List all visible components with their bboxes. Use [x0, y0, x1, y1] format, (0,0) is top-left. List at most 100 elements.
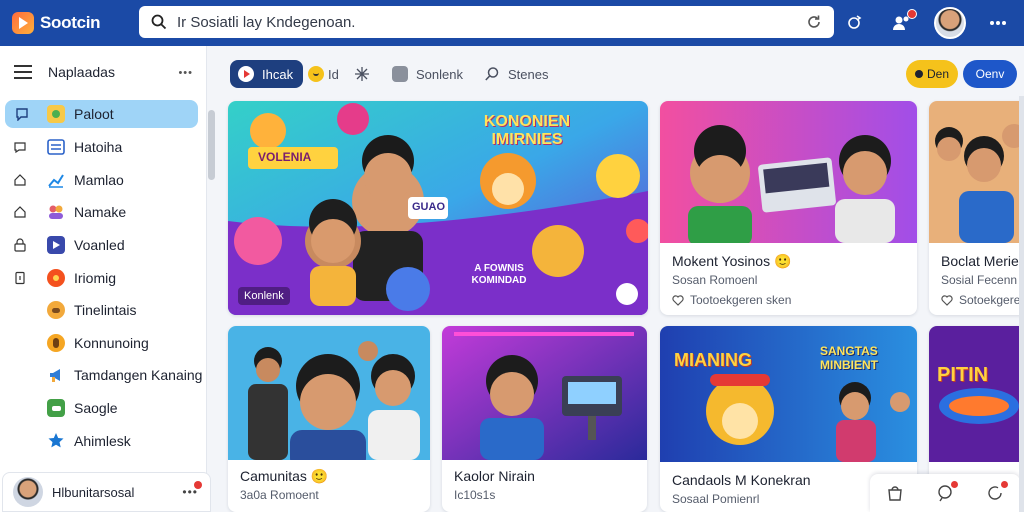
chip-label: Sonlenk	[416, 66, 463, 82]
chip-label: Ihcak	[262, 66, 294, 82]
notification-dot	[194, 481, 202, 489]
sidebar-item-label: Hatoiha	[74, 139, 123, 156]
brand[interactable]: Sootcin	[12, 12, 132, 34]
chat-icon	[16, 108, 28, 121]
sidebar-item-tamdangen-kanaing[interactable]: Tamdangen Kanaing	[0, 359, 207, 392]
pet-icon	[47, 301, 65, 320]
main-scrollbar[interactable]	[1019, 96, 1024, 512]
bag-icon[interactable]	[886, 484, 904, 502]
emoji-icon	[308, 66, 324, 82]
fire-icon	[47, 268, 65, 287]
heart-icon[interactable]	[672, 294, 684, 306]
sidebar-item-label: Mamlao	[74, 171, 124, 188]
menu-icon[interactable]	[14, 65, 32, 79]
sidebar-item-konnunoing[interactable]: Konnunoing	[0, 327, 207, 360]
sidebar-item-iriomig[interactable]: Iriomig	[0, 261, 207, 294]
card-subtitle: Sosial Fecenn	[941, 273, 1018, 287]
chip-label: Stenes	[508, 66, 549, 82]
sidebar-item-label: Ahimlesk	[74, 432, 131, 449]
sidebar-item-namake[interactable]: Namake	[0, 196, 207, 229]
app-name: Sootcin	[40, 13, 101, 32]
sidebar: Naplaadas ••• Paloot Hatoiha Mamlao Nama…	[0, 46, 207, 512]
home-icon	[14, 174, 26, 186]
chip-sparkle[interactable]	[354, 60, 378, 88]
sidebar-item-saogle[interactable]: Saogle	[0, 392, 207, 425]
share-icon[interactable]	[842, 11, 866, 35]
card-banner: PITIN	[937, 364, 989, 386]
hero-action-icon[interactable]	[616, 283, 638, 305]
video-card[interactable]: Camunitas 🙂 3a0a Romoent	[228, 326, 430, 512]
emoji-icon: 🙂	[773, 253, 792, 269]
search-icon	[485, 67, 499, 81]
sidebar-scrollbar[interactable]	[208, 110, 215, 180]
oenv-button-label: Oenv	[975, 67, 1005, 81]
reply-icon[interactable]	[986, 481, 1008, 502]
users-icon[interactable]	[890, 9, 917, 35]
top-bar: Sootcin Ir Sosiatli lay Kndegenoan.	[0, 0, 1024, 46]
card-thumbnail	[228, 326, 430, 460]
search-icon	[151, 14, 167, 30]
card-banner: MIANING	[674, 350, 752, 370]
lock-icon	[14, 238, 26, 252]
hero-bubble: GUAO	[412, 201, 445, 213]
search-input[interactable]: Ir Sosiatli lay Kndegenoan.	[177, 14, 355, 31]
card-meta: Sotoekgerei	[941, 293, 1023, 307]
more-icon[interactable]: •••	[178, 67, 193, 79]
sparkle-icon	[355, 67, 369, 81]
search-bar[interactable]: Ir Sosiatli lay Kndegenoan.	[139, 6, 834, 38]
hero-card[interactable]: KONONIEN IMIRNIES VOLENIA GUAO A FOWNIS …	[228, 101, 648, 315]
hero-caption: A FOWNIS KOMINDAD	[471, 263, 527, 286]
hero-sticker: VOLENIA	[258, 150, 312, 164]
sidebar-item-paloot[interactable]: Paloot	[5, 100, 198, 128]
chip-ihcak[interactable]: Ihcak	[230, 60, 304, 88]
den-button[interactable]: Den	[906, 60, 958, 88]
card-title: Kaolor Nirain	[454, 468, 535, 484]
megaphone-icon	[50, 369, 60, 383]
bottom-action-bar	[870, 474, 1020, 512]
chip-sonlenk[interactable]: Sonlenk	[392, 60, 463, 88]
sidebar-item-voanled[interactable]: Voanled	[0, 229, 207, 262]
card-banner-secondary: SANGTAS MINBIENT	[820, 344, 878, 372]
sidebar-item-hatoiha[interactable]: Hatoiha	[0, 131, 207, 164]
notification-dot	[907, 9, 917, 19]
top-actions	[842, 0, 1024, 46]
card-meta: Tootoekgeren sken	[672, 293, 791, 307]
user-avatar[interactable]	[934, 7, 966, 39]
comment-icon[interactable]	[936, 481, 958, 502]
oenv-button[interactable]: Oenv	[963, 60, 1017, 88]
profile-name: Hlbunitarsosal	[52, 484, 135, 500]
sidebar-item-label: Paloot	[74, 106, 114, 122]
card-thumbnail	[660, 101, 917, 243]
card-subtitle: 3a0a Romoent	[240, 488, 319, 502]
more-icon[interactable]	[986, 11, 1010, 35]
sidebar-item-label: Tinelintais	[74, 302, 137, 319]
card-title: Candaols M Konekran	[672, 472, 811, 488]
play-icon	[238, 66, 254, 82]
video-card[interactable]: Mokent Yosinos 🙂 Sosan Romoenl Tootoekge…	[660, 101, 917, 315]
sidebar-header: Naplaadas •••	[0, 46, 207, 98]
file-icon	[15, 271, 25, 284]
sidebar-item-mamlao[interactable]: Mamlao	[0, 164, 207, 197]
hero-badge: Konlenk	[238, 287, 290, 305]
play-logo-icon	[12, 12, 34, 34]
sidebar-item-label: Namake	[74, 204, 127, 221]
den-button-label: Den	[926, 67, 949, 81]
chip-stenes[interactable]: Stenes	[484, 60, 548, 88]
video-card[interactable]: Kaolor Nirain Ic10s1s	[442, 326, 647, 512]
sidebar-item-tinelintais[interactable]: Tinelintais	[0, 294, 207, 327]
sidebar-item-label: Voanled	[74, 237, 125, 254]
chip-label: Id	[328, 66, 339, 82]
sidebar-item-label: Konnunoing	[74, 334, 149, 351]
sidebar-profile[interactable]: Hlbunitarsosal •••	[2, 472, 211, 512]
heart-icon[interactable]	[941, 294, 953, 306]
notification-dot	[1001, 481, 1008, 488]
coin-icon	[914, 70, 923, 78]
sidebar-item-ahimlesk[interactable]: Ahimlesk	[0, 424, 207, 457]
card-thumbnail	[929, 326, 1024, 462]
card-title: Camunitas 🙂	[240, 468, 329, 484]
hero-headline: KONONIEN IMIRNIES	[483, 113, 571, 148]
video-card[interactable]: Boclat Meriec Sosial Fecenn Sotoekgerei	[929, 101, 1024, 315]
chip-id[interactable]: Id	[308, 60, 339, 88]
refresh-icon[interactable]	[806, 14, 822, 30]
sidebar-title: Naplaadas	[48, 64, 115, 80]
